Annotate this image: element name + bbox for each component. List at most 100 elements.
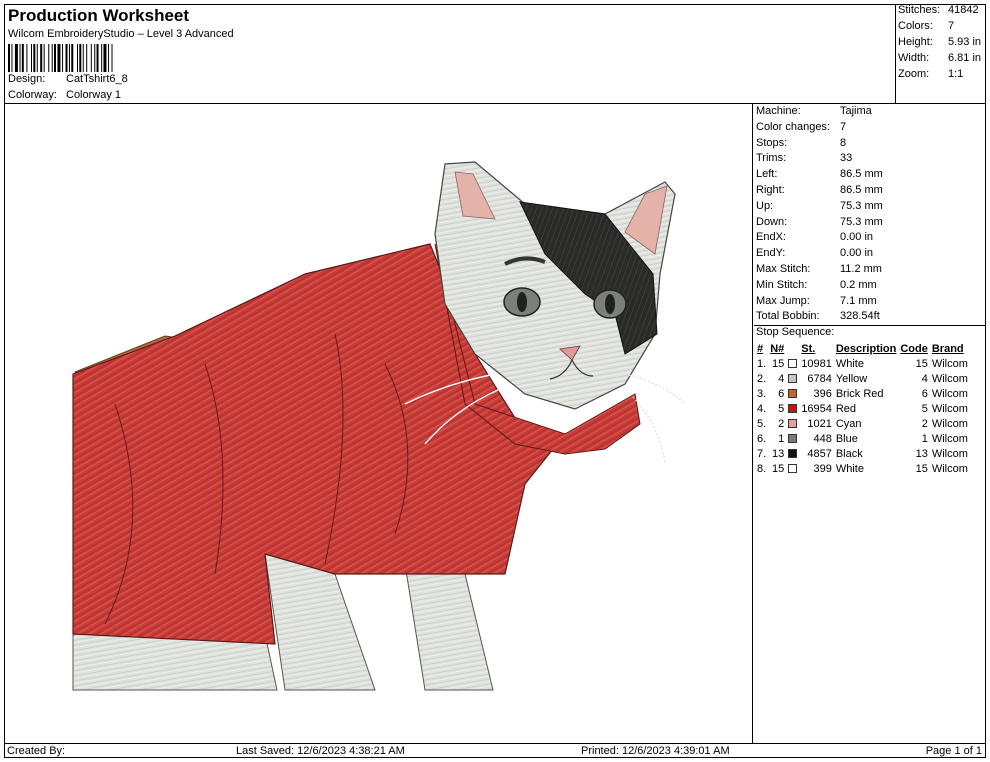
info-endx: EndX: 0.00 in bbox=[756, 231, 874, 243]
info-total-bobbin: Total Bobbin: 328.54ft bbox=[756, 310, 880, 322]
cell-desc: Red bbox=[835, 402, 857, 415]
cell-code: 2 bbox=[921, 417, 928, 430]
color-swatch bbox=[786, 461, 799, 476]
cell-num: 2. bbox=[757, 372, 767, 385]
cell-n: 15 bbox=[772, 462, 785, 475]
stats-box: Stitches: 41842 Colors: 7 Height: 5.93 in W… bbox=[895, 4, 986, 104]
design-preview bbox=[5, 104, 753, 744]
colorway-row: Colorway: Colorway 1 bbox=[8, 89, 121, 101]
cell-brand: Wilcom bbox=[931, 402, 968, 415]
color-swatch-icon bbox=[788, 448, 798, 458]
color-swatch-icon bbox=[788, 418, 798, 428]
worksheet-header: Production Worksheet Wilcom EmbroiderySt… bbox=[4, 4, 896, 104]
cell-st: 4857 bbox=[807, 447, 832, 460]
colorway-label: Colorway: bbox=[8, 89, 57, 101]
stat-width: Width: 6.81 in bbox=[898, 52, 982, 64]
col-code: Code bbox=[900, 342, 928, 355]
cell-n: 5 bbox=[778, 402, 785, 415]
cell-desc: Blue bbox=[835, 432, 858, 445]
color-swatch bbox=[786, 431, 799, 446]
cell-desc: Black bbox=[835, 447, 863, 460]
info-down: Down: 75.3 mm bbox=[756, 216, 883, 228]
col-swatch bbox=[786, 341, 799, 356]
cell-brand: Wilcom bbox=[931, 447, 968, 460]
cell-n: 15 bbox=[772, 357, 785, 370]
cell-st: 16954 bbox=[801, 402, 832, 415]
cell-st: 6784 bbox=[807, 372, 832, 385]
cell-st: 399 bbox=[813, 462, 832, 475]
footer-page: Page 1 of 1 bbox=[925, 745, 982, 757]
cell-n: 13 bbox=[772, 447, 785, 460]
cell-st: 448 bbox=[813, 432, 832, 445]
info-min-stitch: Min Stitch: 0.2 mm bbox=[756, 279, 877, 291]
cell-num: 5. bbox=[757, 417, 767, 430]
col-brand: Brand bbox=[931, 342, 964, 355]
cell-brand: Wilcom bbox=[931, 417, 968, 430]
cell-code: 4 bbox=[921, 372, 928, 385]
stat-colors: Colors: 7 bbox=[898, 20, 955, 32]
color-swatch bbox=[786, 386, 799, 401]
cell-n: 4 bbox=[778, 372, 785, 385]
color-swatch bbox=[786, 371, 799, 386]
color-swatch bbox=[786, 401, 799, 416]
table-row: 2. 4 6784 Yellow 4 Wilcom bbox=[755, 371, 970, 386]
color-swatch-icon bbox=[788, 433, 798, 443]
info-max-stitch: Max Stitch: 11.2 mm bbox=[756, 263, 882, 275]
embroidery-cat-image bbox=[72, 161, 686, 691]
color-swatch bbox=[786, 356, 799, 371]
cell-desc: White bbox=[835, 462, 864, 475]
table-row: 1. 15 10981 White 15 Wilcom bbox=[755, 356, 970, 371]
cell-st: 10981 bbox=[801, 357, 832, 370]
worksheet-footer: Created By: Last Saved: 12/6/2023 4:38:2… bbox=[4, 743, 986, 758]
color-swatch bbox=[786, 416, 799, 431]
table-row: 3. 6 396 Brick Red 6 Wilcom bbox=[755, 386, 970, 401]
cell-n: 1 bbox=[778, 432, 785, 445]
color-swatch-icon bbox=[788, 373, 798, 383]
stat-height: Height: 5.93 in bbox=[898, 36, 982, 48]
cell-code: 5 bbox=[921, 402, 928, 415]
colorway-value: Colorway 1 bbox=[66, 89, 122, 101]
info-right: Right: 86.5 mm bbox=[756, 184, 883, 196]
cell-code: 15 bbox=[915, 357, 928, 370]
cell-num: 4. bbox=[757, 402, 767, 415]
table-row: 6. 1 448 Blue 1 Wilcom bbox=[755, 431, 970, 446]
cell-num: 1. bbox=[757, 357, 767, 370]
info-up: Up: 75.3 mm bbox=[756, 200, 883, 212]
info-stops: Stops: 8 bbox=[756, 137, 847, 149]
color-swatch-icon bbox=[788, 463, 798, 473]
stop-sequence-table: # N# St. Description Code Brand 1. 15 1098… bbox=[755, 341, 970, 476]
cell-code: 15 bbox=[915, 462, 928, 475]
barcode-icon bbox=[8, 44, 113, 72]
col-desc: Description bbox=[835, 342, 897, 355]
color-swatch-icon bbox=[788, 358, 798, 368]
cell-brand: Wilcom bbox=[931, 432, 968, 445]
cell-desc: Brick Red bbox=[835, 387, 884, 400]
page-title: Production Worksheet bbox=[8, 6, 190, 25]
cell-st: 396 bbox=[813, 387, 832, 400]
cell-code: 1 bbox=[921, 432, 928, 445]
info-max-jump: Max Jump: 7.1 mm bbox=[756, 295, 877, 307]
color-swatch-icon bbox=[788, 403, 798, 413]
info-left: Left: 86.5 mm bbox=[756, 168, 883, 180]
cell-desc: White bbox=[835, 357, 864, 370]
cell-code: 6 bbox=[921, 387, 928, 400]
cell-num: 8. bbox=[757, 462, 767, 475]
cell-num: 6. bbox=[757, 432, 767, 445]
color-swatch bbox=[786, 446, 799, 461]
stop-sequence-header: # N# St. Description Code Brand bbox=[755, 341, 970, 356]
cell-num: 3. bbox=[757, 387, 767, 400]
cell-n: 2 bbox=[778, 417, 785, 430]
footer-last-saved: Last Saved: 12/6/2023 4:38:21 AM bbox=[236, 745, 405, 757]
stat-stitches: Stitches: 41842 bbox=[898, 4, 979, 16]
table-row: 5. 2 1021 Cyan 2 Wilcom bbox=[755, 416, 970, 431]
info-endy: EndY: 0.00 in bbox=[756, 247, 874, 259]
cell-brand: Wilcom bbox=[931, 387, 968, 400]
design-row: Design: CatTshirt6_8 bbox=[8, 73, 128, 85]
stat-zoom: Zoom: 1:1 bbox=[898, 68, 964, 80]
cell-num: 7. bbox=[757, 447, 767, 460]
table-row: 7. 13 4857 Black 13 Wilcom bbox=[755, 446, 970, 461]
cell-brand: Wilcom bbox=[931, 462, 968, 475]
table-row: 8. 15 399 White 15 Wilcom bbox=[755, 461, 970, 476]
cell-desc: Cyan bbox=[835, 417, 862, 430]
software-subtitle: Wilcom EmbroideryStudio – Level 3 Advanc… bbox=[8, 28, 234, 40]
